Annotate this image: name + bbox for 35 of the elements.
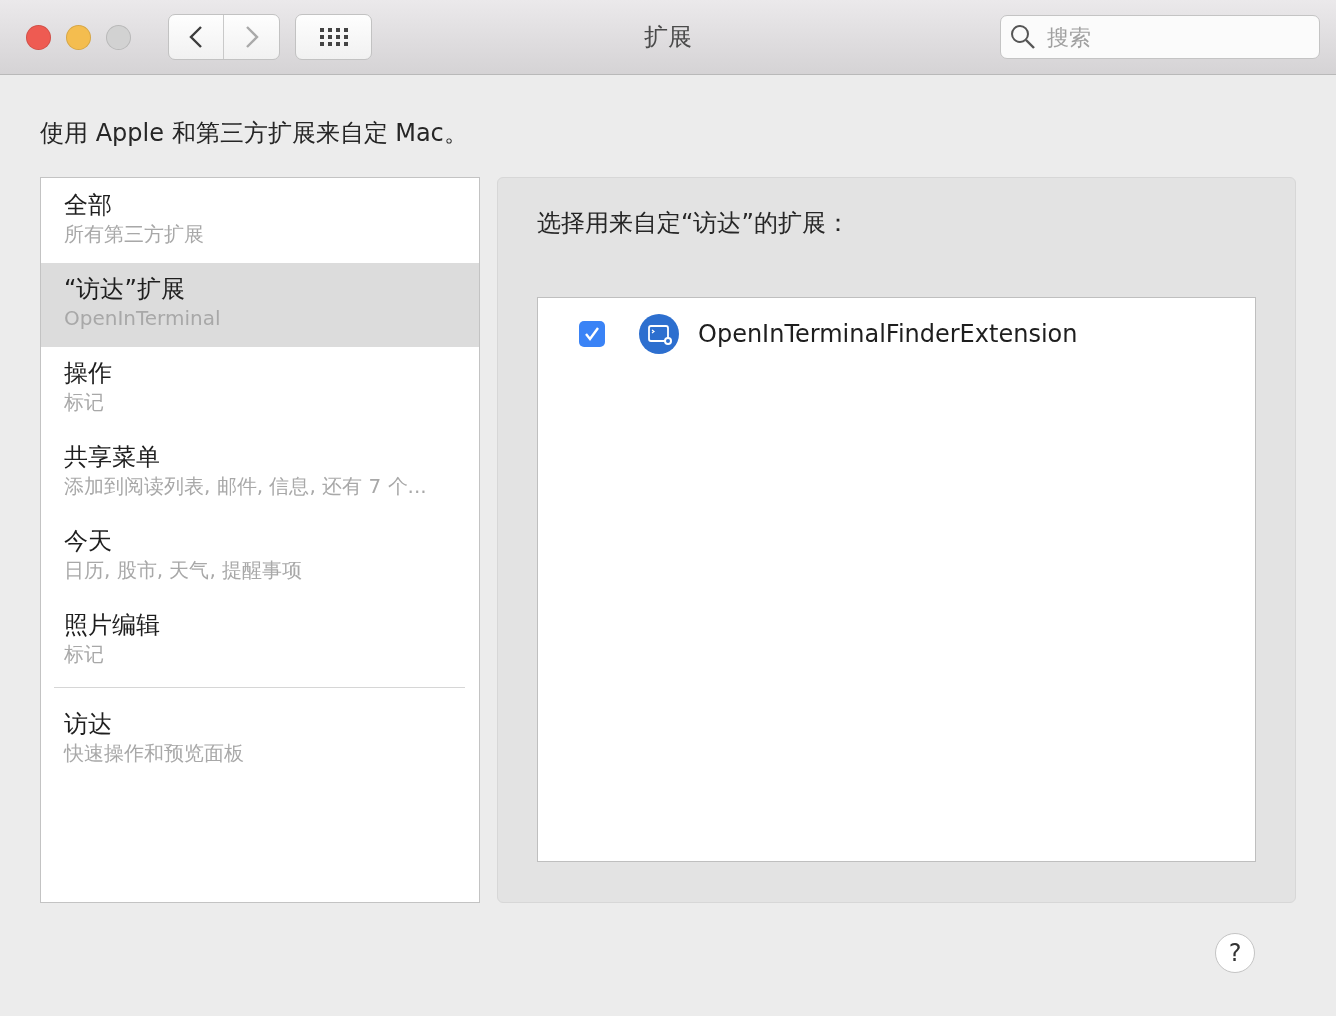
chevron-icon (244, 25, 259, 49)
checkmark-icon (583, 325, 601, 343)
item-title: 全部 (64, 190, 113, 220)
grid-icon (318, 27, 349, 47)
item-subtitle: 快速操作和预览面板 (64, 740, 245, 767)
item-subtitle: 添加到阅读列表, 邮件, 信息, 还有 7 个... (64, 473, 428, 500)
panel-heading: 选择用来自定“访达”的扩展： (537, 208, 851, 239)
item-title: 共享菜单 (64, 442, 161, 472)
item-subtitle: 标记 (64, 641, 105, 668)
chevron-icon (189, 25, 203, 49)
item-title: “访达”扩展 (64, 274, 186, 304)
sidebar-item[interactable]: 今天 日历, 股市, 天气, 提醒事项 (41, 515, 479, 599)
window-control-button[interactable] (66, 24, 91, 50)
terminal-app-icon (639, 314, 679, 354)
sidebar-item[interactable]: 访达 快速操作和预览面板 (41, 698, 479, 782)
item-title: 照片编辑 (64, 610, 161, 640)
help-button[interactable]: ? (1215, 933, 1255, 973)
item-title: 操作 (64, 358, 113, 388)
search-icon (1010, 24, 1036, 50)
item-subtitle: 所有第三方扩展 (64, 221, 205, 248)
window-title: 扩展 (644, 22, 692, 53)
search-field[interactable]: 搜索 (1000, 15, 1320, 59)
window-control-button[interactable] (26, 24, 51, 50)
sidebar-item[interactable]: 全部 所有第三方扩展 (41, 179, 479, 263)
sidebar-item[interactable]: 操作 标记 (41, 347, 479, 431)
extension-name: OpenInTerminalFinderExtension (698, 320, 1078, 348)
sidebar-item[interactable]: 共享菜单 添加到阅读列表, 邮件, 信息, 还有 7 个... (41, 431, 479, 515)
item-subtitle: 标记 (64, 389, 105, 416)
item-title: 今天 (64, 526, 113, 556)
item-subtitle: 日历, 股市, 天气, 提醒事项 (64, 557, 304, 584)
description-text: 使用 Apple 和第三方扩展来自定 Mac。 (40, 118, 469, 149)
checkbox[interactable] (579, 321, 605, 347)
sidebar-item[interactable]: 照片编辑 标记 (41, 599, 479, 683)
show-all-button[interactable] (295, 14, 372, 60)
item-title: 访达 (64, 709, 113, 739)
